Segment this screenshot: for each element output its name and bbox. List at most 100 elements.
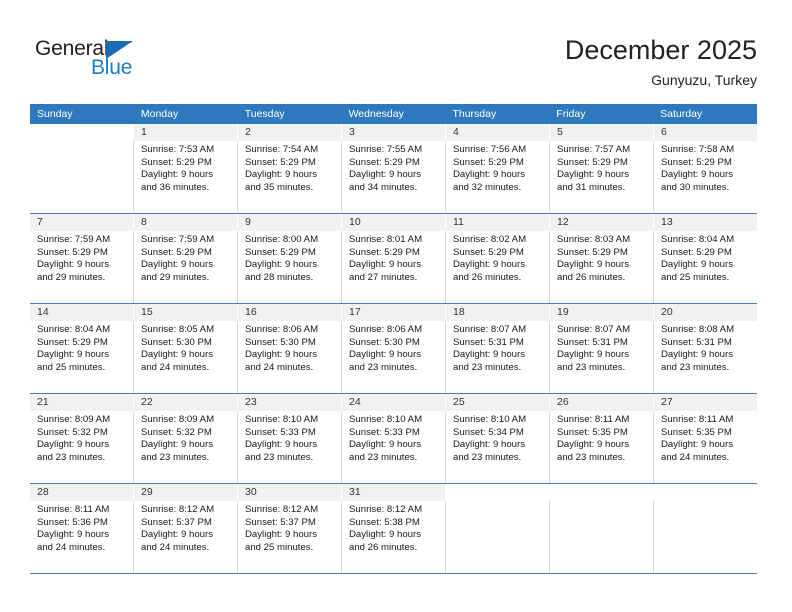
daylight-duration-line2: and 26 minutes. [349,541,418,553]
day-cell[interactable]: Sunrise: 8:12 AM Sunset: 5:38 PM Daylight:… [342,501,446,573]
day-cell[interactable]: Sunrise: 8:04 AM Sunset: 5:29 PM Daylight:… [30,321,134,393]
day-number[interactable]: 13 [654,214,757,231]
day-number[interactable]: 18 [446,304,550,321]
day-number[interactable]: 11 [446,214,550,231]
day-number[interactable]: 27 [654,394,757,411]
sunrise-time: Sunrise: 7:53 AM [141,144,215,155]
day-number[interactable]: 26 [550,394,654,411]
day-number[interactable]: 15 [134,304,238,321]
day-cell[interactable]: Sunrise: 7:54 AM Sunset: 5:29 PM Daylight:… [238,141,342,213]
day-cell[interactable]: Sunrise: 8:10 AM Sunset: 5:33 PM Daylight:… [238,411,342,483]
day-number-empty [654,484,757,501]
sunset-time: Sunset: 5:38 PM [349,516,420,528]
day-number[interactable]: 25 [446,394,550,411]
daylight-duration-line1: Daylight: 9 hours [453,259,525,271]
day-number[interactable]: 8 [134,214,238,231]
day-number[interactable]: 17 [342,304,446,321]
sunset-time: Sunset: 5:34 PM [453,426,524,438]
day-cell[interactable]: Sunrise: 8:08 AM Sunset: 5:31 PM Daylight:… [654,321,757,393]
day-cell[interactable]: Sunrise: 8:06 AM Sunset: 5:30 PM Daylight:… [342,321,446,393]
sunrise-time: Sunrise: 7:59 AM [37,234,111,245]
day-cell[interactable]: Sunrise: 8:11 AM Sunset: 5:35 PM Daylight:… [550,411,654,483]
day-cell-empty [550,501,654,573]
day-number[interactable]: 3 [342,124,446,141]
day-cell[interactable]: Sunrise: 8:09 AM Sunset: 5:32 PM Daylight:… [30,411,134,483]
calendar-week-row: 7 8 9 10 11 12 13 Sunrise: 7:59 AM Sunset: 5:29 … [30,214,757,304]
day-number[interactable]: 5 [550,124,654,141]
day-number[interactable]: 31 [342,484,446,501]
daylight-duration-line1: Daylight: 9 hours [557,169,629,181]
day-number[interactable]: 1 [134,124,238,141]
sunset-time: Sunset: 5:29 PM [37,336,108,348]
day-number[interactable]: 29 [134,484,238,501]
day-number[interactable]: 14 [30,304,134,321]
day-cell[interactable]: Sunrise: 8:10 AM Sunset: 5:34 PM Daylight:… [446,411,550,483]
day-cell[interactable]: Sunrise: 8:03 AM Sunset: 5:29 PM Daylight:… [550,231,654,303]
sunrise-time: Sunrise: 8:03 AM [557,234,631,245]
day-number[interactable]: 9 [238,214,342,231]
day-number[interactable]: 21 [30,394,134,411]
general-blue-logo[interactable]: General Blue [35,38,235,88]
day-number[interactable]: 12 [550,214,654,231]
day-cell[interactable]: Sunrise: 7:57 AM Sunset: 5:29 PM Daylight:… [550,141,654,213]
daylight-duration-line1: Daylight: 9 hours [661,349,733,361]
sunset-time: Sunset: 5:29 PM [557,156,628,168]
day-cell[interactable]: Sunrise: 8:12 AM Sunset: 5:37 PM Daylight:… [238,501,342,573]
day-number[interactable]: 16 [238,304,342,321]
sunrise-time: Sunrise: 8:08 AM [661,324,735,335]
day-number[interactable]: 4 [446,124,550,141]
day-cell[interactable]: Sunrise: 7:58 AM Sunset: 5:29 PM Daylight:… [654,141,757,213]
day-number[interactable]: 2 [238,124,342,141]
day-cell[interactable]: Sunrise: 8:10 AM Sunset: 5:33 PM Daylight:… [342,411,446,483]
day-number[interactable]: 20 [654,304,757,321]
week-day-details: Sunrise: 8:09 AM Sunset: 5:32 PM Daylight:… [30,411,757,483]
daylight-duration-line2: and 31 minutes. [557,181,626,193]
sunrise-time: Sunrise: 7:58 AM [661,144,735,155]
day-cell[interactable]: Sunrise: 8:12 AM Sunset: 5:37 PM Daylight:… [134,501,238,573]
day-cell[interactable]: Sunrise: 8:07 AM Sunset: 5:31 PM Daylight:… [446,321,550,393]
day-cell[interactable]: Sunrise: 8:11 AM Sunset: 5:35 PM Daylight:… [654,411,757,483]
sunrise-time: Sunrise: 7:59 AM [141,234,215,245]
day-number[interactable]: 24 [342,394,446,411]
sunset-time: Sunset: 5:30 PM [349,336,420,348]
day-number[interactable]: 30 [238,484,342,501]
day-number[interactable]: 28 [30,484,134,501]
daylight-duration-line2: and 24 minutes. [245,361,314,373]
sunset-time: Sunset: 5:31 PM [453,336,524,348]
sunset-time: Sunset: 5:29 PM [661,156,732,168]
day-cell[interactable]: Sunrise: 7:53 AM Sunset: 5:29 PM Daylight:… [134,141,238,213]
day-cell[interactable]: Sunrise: 8:11 AM Sunset: 5:36 PM Daylight:… [30,501,134,573]
day-number[interactable]: 7 [30,214,134,231]
daylight-duration-line1: Daylight: 9 hours [245,259,317,271]
sunset-time: Sunset: 5:37 PM [141,516,212,528]
weekday-header-saturday: Saturday [660,108,703,120]
day-cell[interactable]: Sunrise: 8:05 AM Sunset: 5:30 PM Daylight:… [134,321,238,393]
day-cell[interactable]: Sunrise: 7:59 AM Sunset: 5:29 PM Daylight:… [30,231,134,303]
page-subtitle: Gunyuzu, Turkey [651,72,757,88]
day-cell[interactable]: Sunrise: 8:04 AM Sunset: 5:29 PM Daylight:… [654,231,757,303]
sunrise-time: Sunrise: 8:06 AM [349,324,423,335]
day-cell[interactable]: Sunrise: 8:00 AM Sunset: 5:29 PM Daylight:… [238,231,342,303]
day-cell[interactable]: Sunrise: 7:56 AM Sunset: 5:29 PM Daylight:… [446,141,550,213]
day-cell[interactable]: Sunrise: 8:07 AM Sunset: 5:31 PM Daylight:… [550,321,654,393]
day-number[interactable]: 10 [342,214,446,231]
daylight-duration-line2: and 24 minutes. [141,541,210,553]
daylight-duration-line2: and 24 minutes. [141,361,210,373]
day-cell[interactable]: Sunrise: 8:01 AM Sunset: 5:29 PM Daylight:… [342,231,446,303]
calendar-week-row: 1 2 3 4 5 6 Sunrise: 7:53 AM Sunset: 5:29 PM Day… [30,124,757,214]
day-number[interactable]: 22 [134,394,238,411]
day-number[interactable]: 23 [238,394,342,411]
day-cell[interactable]: Sunrise: 8:06 AM Sunset: 5:30 PM Daylight:… [238,321,342,393]
day-number[interactable]: 6 [654,124,757,141]
day-cell[interactable]: Sunrise: 8:09 AM Sunset: 5:32 PM Daylight:… [134,411,238,483]
day-cell[interactable]: Sunrise: 7:55 AM Sunset: 5:29 PM Daylight:… [342,141,446,213]
daylight-duration-line2: and 23 minutes. [349,451,418,463]
day-cell[interactable]: Sunrise: 7:59 AM Sunset: 5:29 PM Daylight:… [134,231,238,303]
day-cell[interactable]: Sunrise: 8:02 AM Sunset: 5:29 PM Daylight:… [446,231,550,303]
sunrise-time: Sunrise: 7:54 AM [245,144,319,155]
calendar-grid: Sunday Monday Tuesday Wednesday Thursday Frid… [30,104,757,574]
daylight-duration-line1: Daylight: 9 hours [245,439,317,451]
daylight-duration-line1: Daylight: 9 hours [37,349,109,361]
day-number[interactable]: 19 [550,304,654,321]
daylight-duration-line2: and 30 minutes. [661,181,730,193]
